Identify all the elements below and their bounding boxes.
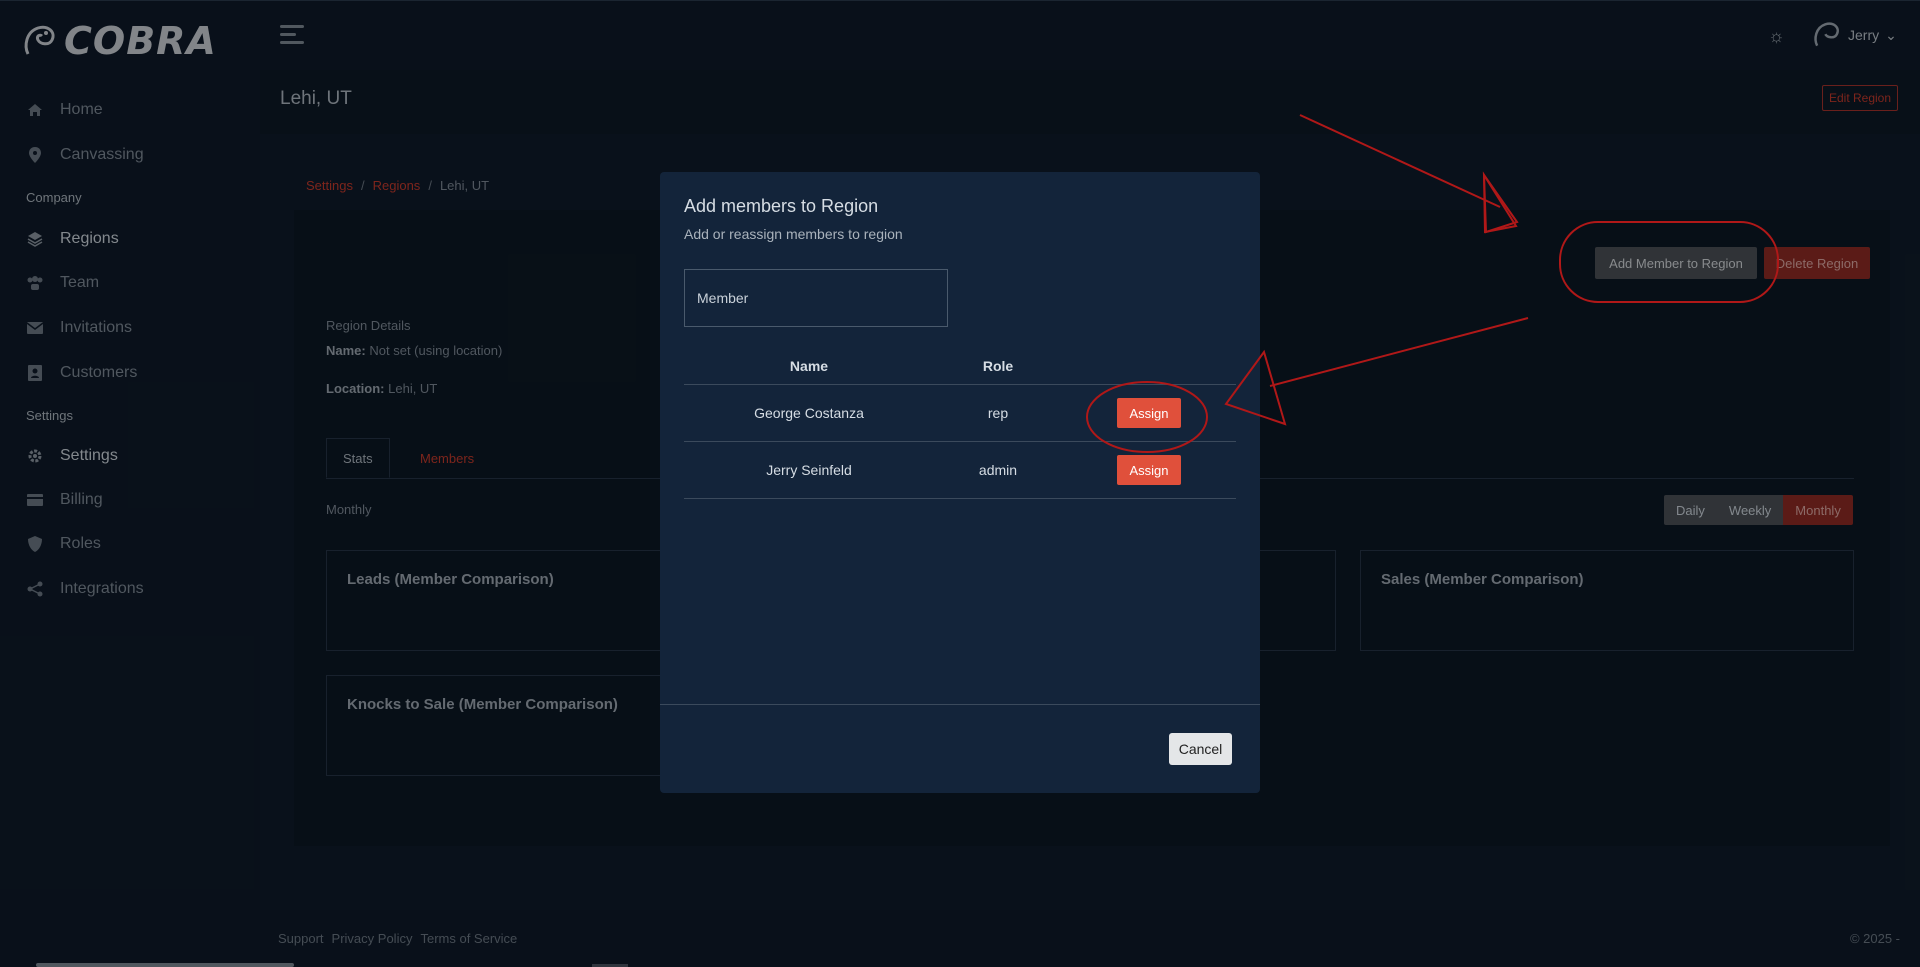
table-row: George Costanza rep Assign <box>684 385 1236 442</box>
column-name: Name <box>789 358 829 374</box>
assign-button[interactable]: Assign <box>1117 455 1181 485</box>
member-role: admin <box>978 462 1018 478</box>
member-role: rep <box>987 405 1009 421</box>
member-name: George Costanza <box>754 405 864 421</box>
add-members-modal: Add members to Region Add or reassign me… <box>660 172 1260 793</box>
modal-divider <box>660 704 1260 705</box>
assign-button[interactable]: Assign <box>1117 398 1181 428</box>
modal-subtitle: Add or reassign members to region <box>684 226 903 242</box>
cancel-button[interactable]: Cancel <box>1169 733 1232 765</box>
modal-title: Add members to Region <box>684 196 879 216</box>
table-header: Name Role <box>684 348 1236 385</box>
member-search-input[interactable] <box>684 269 948 327</box>
members-table: Name Role George Costanza rep Assign Jer… <box>684 348 1236 499</box>
column-role: Role <box>982 358 1014 374</box>
table-row: Jerry Seinfeld admin Assign <box>684 442 1236 499</box>
member-name: Jerry Seinfeld <box>766 462 852 478</box>
